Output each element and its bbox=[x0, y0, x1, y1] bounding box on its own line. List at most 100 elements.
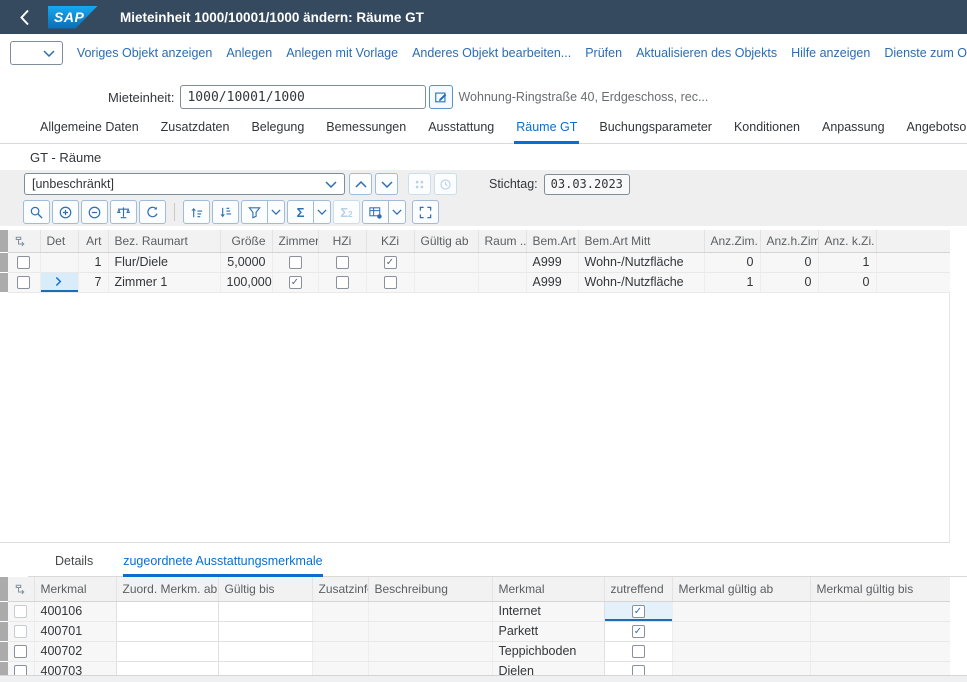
kzi-checkbox[interactable] bbox=[384, 276, 397, 289]
col-header-anz-zim[interactable]: Anz.Zim. bbox=[704, 230, 760, 252]
table-settings-chevron-icon[interactable] bbox=[388, 200, 406, 224]
sort-descending-icon[interactable] bbox=[212, 200, 239, 224]
col-header-bem-art[interactable]: Bem.Art bbox=[526, 230, 578, 252]
mieteinheit-input[interactable] bbox=[180, 85, 426, 109]
col-header-zusatzinfo[interactable]: Zusatzinfo bbox=[312, 577, 368, 601]
menu-link-aktualisieren[interactable]: Aktualisieren des Objekts bbox=[636, 46, 777, 60]
col-header-zutreffend[interactable]: zutreffend bbox=[604, 577, 672, 601]
collapse-icon[interactable] bbox=[81, 200, 108, 224]
menu-link-hilfe[interactable]: Hilfe anzeigen bbox=[791, 46, 870, 60]
sum-menu-chevron-icon[interactable] bbox=[313, 200, 331, 224]
maximize-icon[interactable] bbox=[412, 200, 439, 224]
hierarchy-icon[interactable] bbox=[8, 230, 40, 252]
table-settings-icon[interactable] bbox=[362, 200, 389, 224]
sap-logo: SAP bbox=[48, 6, 98, 29]
row-marker[interactable] bbox=[0, 601, 8, 621]
gueltig-bis-input[interactable] bbox=[218, 621, 312, 641]
merkmal-cell: 400702 bbox=[34, 641, 116, 661]
tab-ausstattung[interactable]: Ausstattung bbox=[426, 120, 496, 144]
edit-icon[interactable] bbox=[429, 85, 453, 109]
col-header-det[interactable]: Det bbox=[40, 230, 78, 252]
menu-link-dienste[interactable]: Dienste zum O bbox=[884, 46, 967, 60]
row-select-checkbox[interactable] bbox=[14, 625, 27, 638]
interval-dropdown[interactable]: [unbeschränkt] bbox=[24, 173, 345, 195]
col-header-merkmal-gueltig-bis[interactable]: Merkmal gültig bis bbox=[810, 577, 950, 601]
balance-icon[interactable] bbox=[110, 200, 137, 224]
tab-zugeordnete-ausstattungsmerkmale[interactable]: zugeordnete Ausstattungsmerkmale bbox=[123, 554, 322, 577]
zuord-merkm-ab-input[interactable] bbox=[116, 621, 218, 641]
row-marker[interactable] bbox=[0, 272, 8, 292]
tab-belegung[interactable]: Belegung bbox=[249, 120, 306, 144]
zuord-merkm-ab-input[interactable] bbox=[116, 641, 218, 661]
tab-bemessungen[interactable]: Bemessungen bbox=[324, 120, 408, 144]
expand-icon[interactable] bbox=[52, 200, 79, 224]
next-interval-button[interactable] bbox=[375, 173, 398, 195]
zimmer-checkbox[interactable] bbox=[289, 276, 302, 289]
filter-menu-chevron-icon[interactable] bbox=[267, 200, 285, 224]
bem-art-cell: A999 bbox=[526, 272, 578, 292]
col-header-anz-h-zim[interactable]: Anz.h.Zim. bbox=[760, 230, 818, 252]
tab-angebotsobjekte[interactable]: Angebotsobjekte bbox=[905, 120, 967, 144]
row-marker[interactable] bbox=[0, 621, 8, 641]
horizontal-scrollbar[interactable] bbox=[0, 675, 967, 682]
sum-icon[interactable]: Σ bbox=[287, 200, 314, 224]
col-header-merkmal-gueltig-ab[interactable]: Merkmal gültig ab bbox=[672, 577, 810, 601]
sort-ascending-icon[interactable] bbox=[183, 200, 210, 224]
menu-link-voriges-objekt[interactable]: Voriges Objekt anzeigen bbox=[77, 46, 213, 60]
col-header-anz-k-zi[interactable]: Anz. k.Zi. bbox=[818, 230, 876, 252]
row-select-checkbox[interactable] bbox=[14, 645, 27, 658]
row-marker[interactable] bbox=[0, 252, 8, 272]
gueltig-bis-input[interactable] bbox=[218, 601, 312, 621]
menu-link-anlegen[interactable]: Anlegen bbox=[226, 46, 272, 60]
row-select-checkbox[interactable] bbox=[17, 256, 30, 269]
zimmer-checkbox[interactable] bbox=[289, 256, 302, 269]
detail-chevron-button[interactable] bbox=[46, 274, 72, 290]
col-header-kzi[interactable]: KZi bbox=[366, 230, 414, 252]
col-header-zuord-merkm-ab[interactable]: Zuord. Merkm. ab bbox=[116, 577, 218, 601]
refresh-icon[interactable] bbox=[139, 200, 166, 224]
menu-link-anderes-objekt[interactable]: Anderes Objekt bearbeiten... bbox=[412, 46, 571, 60]
previous-interval-button[interactable] bbox=[349, 173, 372, 195]
col-header-beschreibung[interactable]: Beschreibung bbox=[368, 577, 492, 601]
col-header-gueltig-ab[interactable]: Gültig ab bbox=[414, 230, 478, 252]
filter-icon[interactable] bbox=[241, 200, 268, 224]
zutreffend-checkbox[interactable] bbox=[632, 625, 645, 638]
col-header-art[interactable]: Art bbox=[78, 230, 108, 252]
col-header-groesse[interactable]: Größe bbox=[220, 230, 272, 252]
ok-code-combobox[interactable] bbox=[10, 41, 63, 65]
hzi-checkbox[interactable] bbox=[336, 256, 349, 269]
zutreffend-checkbox[interactable] bbox=[632, 645, 645, 658]
col-header-bez-raumart[interactable]: Bez. Raumart bbox=[108, 230, 220, 252]
menu-link-pruefen[interactable]: Prüfen bbox=[585, 46, 622, 60]
merkmal-text-cell: Teppichboden bbox=[492, 641, 604, 661]
zutreffend-checkbox[interactable] bbox=[632, 605, 645, 618]
anz-zim-cell: 0 bbox=[704, 252, 760, 272]
tab-zusatzdaten[interactable]: Zusatzdaten bbox=[159, 120, 232, 144]
search-icon[interactable] bbox=[23, 200, 50, 224]
row-select-checkbox[interactable] bbox=[17, 276, 30, 289]
hzi-checkbox[interactable] bbox=[336, 276, 349, 289]
col-header-zimmer[interactable]: Zimmer bbox=[272, 230, 318, 252]
back-icon[interactable] bbox=[14, 7, 34, 27]
tab-anpassung[interactable]: Anpassung bbox=[820, 120, 887, 144]
tab-raeume-gt[interactable]: Räume GT bbox=[514, 120, 579, 144]
col-header-hzi[interactable]: HZi bbox=[318, 230, 366, 252]
col-header-merkmal[interactable]: Merkmal bbox=[34, 577, 116, 601]
hierarchy-icon[interactable] bbox=[8, 577, 34, 601]
tab-konditionen[interactable]: Konditionen bbox=[732, 120, 802, 144]
col-header-raum[interactable]: Raum ... bbox=[478, 230, 526, 252]
gueltig-bis-input[interactable] bbox=[218, 641, 312, 661]
menu-link-anlegen-mit-vorlage[interactable]: Anlegen mit Vorlage bbox=[286, 46, 398, 60]
merkmal-gueltig-ab-cell bbox=[672, 641, 810, 661]
zuord-merkm-ab-input[interactable] bbox=[116, 601, 218, 621]
tab-allgemeine-daten[interactable]: Allgemeine Daten bbox=[38, 120, 141, 144]
col-header-merkmal-text[interactable]: Merkmal bbox=[492, 577, 604, 601]
stichtag-input[interactable] bbox=[544, 174, 630, 195]
col-header-bem-art-mitt[interactable]: Bem.Art Mitt bbox=[578, 230, 704, 252]
kzi-checkbox[interactable] bbox=[384, 256, 397, 269]
col-header-gueltig-bis[interactable]: Gültig bis bbox=[218, 577, 312, 601]
tab-buchungsparameter[interactable]: Buchungsparameter bbox=[597, 120, 714, 144]
tab-details[interactable]: Details bbox=[55, 554, 93, 577]
row-marker[interactable] bbox=[0, 641, 8, 661]
row-select-checkbox[interactable] bbox=[14, 605, 27, 618]
